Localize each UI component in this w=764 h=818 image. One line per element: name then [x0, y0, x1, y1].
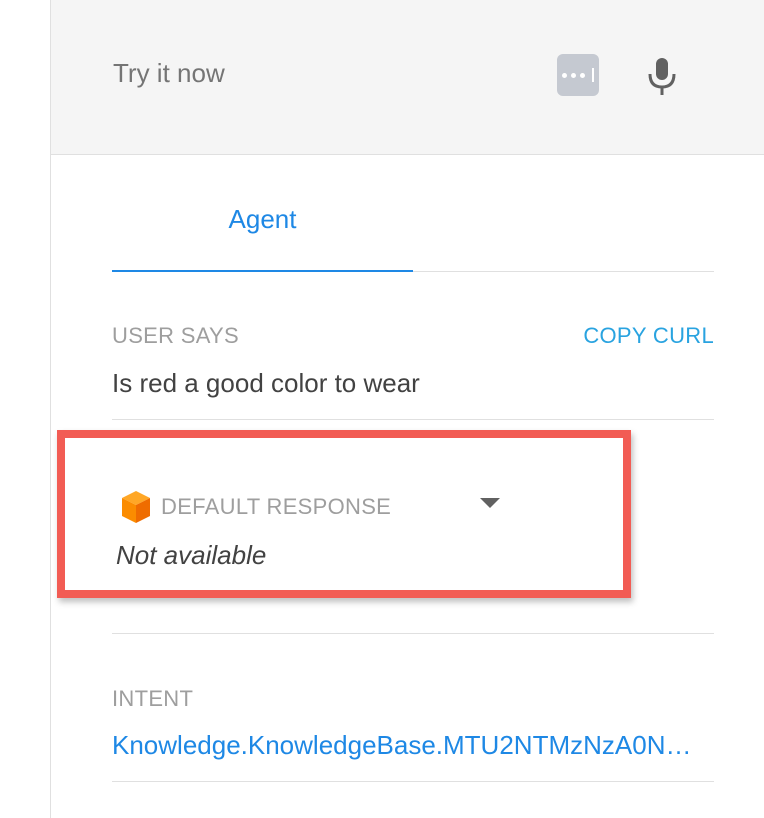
- divider: [112, 633, 714, 634]
- test-console-panel: Agent USER SAYS COPY CURL Is red a good …: [51, 0, 764, 818]
- default-response-value: Not available: [116, 540, 267, 570]
- copy-curl-link[interactable]: COPY CURL: [583, 323, 714, 349]
- cube-icon: [122, 491, 150, 523]
- intent-link[interactable]: Knowledge.KnowledgeBase.MTU2NTMzNzA0N…: [112, 730, 714, 761]
- intent-label: INTENT: [112, 686, 194, 711]
- chevron-down-icon[interactable]: [480, 498, 500, 508]
- user-query-text: Is red a good color to wear: [112, 368, 420, 398]
- microphone-icon[interactable]: [645, 56, 679, 96]
- try-it-now-input[interactable]: [113, 58, 533, 89]
- user-says-label: USER SAYS: [112, 323, 239, 348]
- default-response-highlight: DEFAULT RESPONSE Not available: [57, 430, 631, 598]
- keyboard-icon[interactable]: [557, 54, 599, 96]
- divider: [112, 781, 714, 782]
- try-it-now-bar: [51, 0, 764, 155]
- tab-agent[interactable]: Agent: [112, 190, 413, 272]
- default-response-header: DEFAULT RESPONSE: [121, 490, 391, 524]
- result-tabs: Agent: [112, 190, 714, 272]
- left-sidebar-strip: [0, 0, 51, 818]
- default-response-label: DEFAULT RESPONSE: [161, 494, 392, 519]
- divider: [112, 419, 714, 420]
